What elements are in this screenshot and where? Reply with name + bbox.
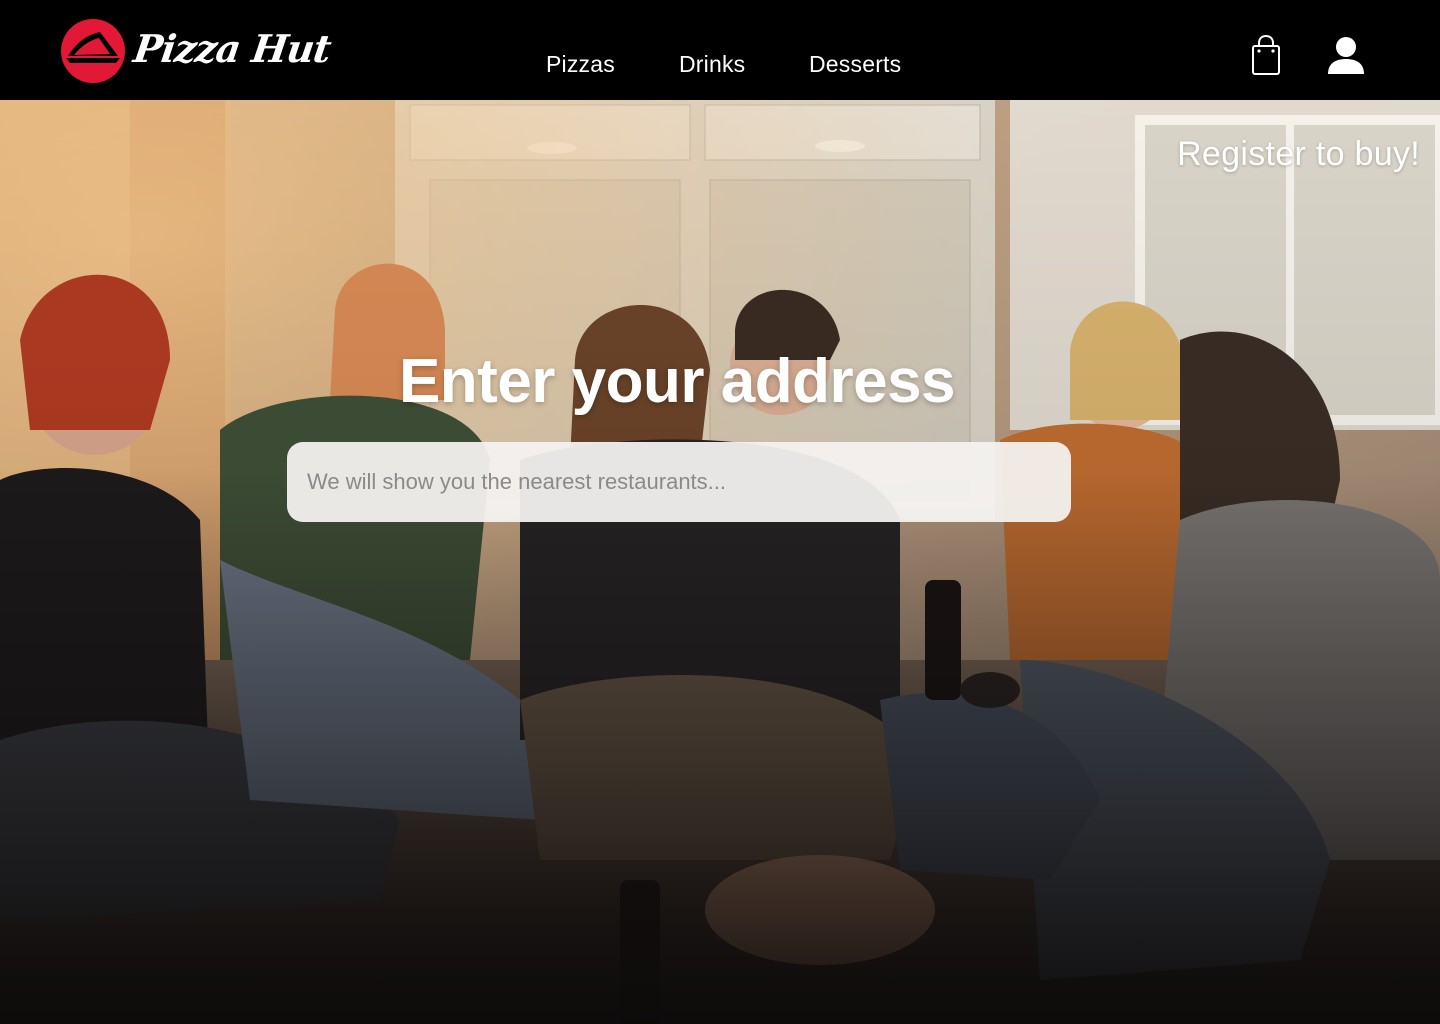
nav-drinks-link[interactable]: Drinks	[679, 50, 745, 78]
register-link[interactable]: Register to buy!	[1177, 134, 1420, 174]
page: Pizza Hut Pizzas Drinks Desserts Registe…	[0, 0, 1440, 1024]
brand-wordmark: Pizza Hut	[130, 26, 334, 71]
pizza-hut-roof-icon	[61, 19, 125, 83]
account-button[interactable]	[1326, 36, 1366, 76]
cart-button[interactable]	[1250, 34, 1282, 76]
user-icon	[1328, 37, 1364, 74]
hero-section: Register to buy! Enter your address	[0, 100, 1440, 1024]
hero-title: Enter your address	[398, 347, 956, 416]
nav-desserts-link[interactable]: Desserts	[809, 50, 901, 78]
nav-pizzas-link[interactable]: Pizzas	[546, 50, 615, 78]
top-navbar: Pizza Hut Pizzas Drinks Desserts	[0, 0, 1440, 100]
pizza-hut-logo[interactable]: Pizza Hut	[60, 18, 334, 84]
address-search-input[interactable]	[287, 442, 1071, 522]
shopping-bag-icon	[1252, 34, 1280, 75]
hero-dark-gradient	[0, 100, 1440, 1024]
